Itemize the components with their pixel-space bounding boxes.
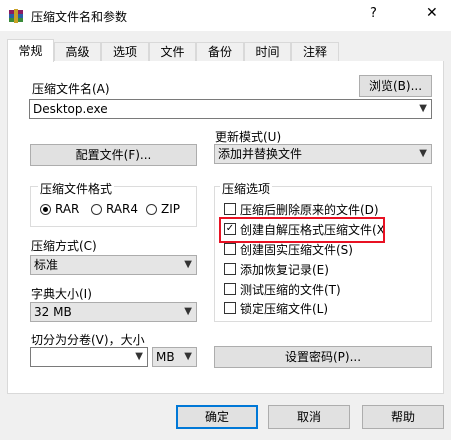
- archive-format-label: 压缩文件格式: [38, 180, 115, 197]
- close-button[interactable]: ✕: [426, 5, 438, 21]
- lock-archive-checkbox[interactable]: [224, 302, 236, 314]
- solid-archive-checkbox[interactable]: [224, 243, 236, 255]
- tab-time[interactable]: 时间: [244, 42, 291, 61]
- winrar-app-icon: [9, 9, 23, 23]
- tab-files[interactable]: 文件: [149, 42, 196, 61]
- chevron-down-icon: ▼: [184, 351, 192, 362]
- highlight-box: [219, 217, 385, 243]
- format-rar-label: RAR: [55, 202, 80, 216]
- dictionary-size-label: 字典大小(I): [31, 287, 92, 301]
- ok-button[interactable]: 确定: [176, 405, 258, 429]
- cancel-button[interactable]: 取消: [268, 405, 350, 429]
- format-rar4-label: RAR4: [106, 202, 139, 216]
- compression-method-select[interactable]: 标准 ▼: [30, 255, 197, 275]
- archive-name-label: 压缩文件名(A): [32, 82, 110, 96]
- compression-method-label: 压缩方式(C): [31, 239, 97, 253]
- help-title-button[interactable]: ?: [370, 6, 377, 21]
- tab-comment[interactable]: 注释: [291, 42, 339, 61]
- update-mode-select[interactable]: 添加并替换文件 ▼: [214, 144, 432, 164]
- format-zip-radio[interactable]: [146, 204, 157, 215]
- window-title: 压缩文件名和参数: [31, 10, 128, 24]
- format-zip-label: ZIP: [161, 202, 180, 216]
- update-mode-value: 添加并替换文件: [218, 147, 303, 161]
- set-password-button[interactable]: 设置密码(P)...: [214, 346, 432, 368]
- dictionary-size-select[interactable]: 32 MB ▼: [30, 302, 197, 322]
- chevron-down-icon[interactable]: ▼: [135, 348, 143, 366]
- split-unit-value: MB: [156, 350, 175, 364]
- archive-name-input[interactable]: Desktop.exe ▼: [29, 99, 432, 119]
- format-rar4-radio[interactable]: [91, 204, 102, 215]
- recovery-record-label: 添加恢复记录(E): [240, 263, 329, 277]
- lock-archive-label: 锁定压缩文件(L): [240, 302, 329, 316]
- archive-name-value: Desktop.exe: [33, 102, 108, 116]
- test-files-checkbox[interactable]: [224, 283, 236, 295]
- test-files-label: 测试压缩的文件(T): [240, 283, 341, 297]
- delete-after-label: 压缩后删除原来的文件(D): [240, 203, 379, 217]
- chevron-down-icon[interactable]: ▼: [419, 100, 427, 118]
- dictionary-size-value: 32 MB: [34, 305, 72, 319]
- split-unit-select[interactable]: MB ▼: [152, 347, 197, 367]
- tab-advanced[interactable]: 高级: [54, 42, 101, 61]
- config-profiles-button[interactable]: 配置文件(F)...: [30, 144, 197, 166]
- delete-after-checkbox[interactable]: [224, 203, 236, 215]
- tab-backup[interactable]: 备份: [196, 42, 244, 61]
- split-size-input[interactable]: ▼: [30, 347, 148, 367]
- update-mode-label: 更新模式(U): [215, 130, 282, 144]
- chevron-down-icon: ▼: [184, 259, 192, 270]
- browse-button[interactable]: 浏览(B)...: [359, 75, 432, 97]
- tab-general[interactable]: 常规: [7, 39, 54, 62]
- format-rar-radio[interactable]: [40, 204, 51, 215]
- chevron-down-icon: ▼: [184, 306, 192, 317]
- help-button[interactable]: 帮助: [362, 405, 444, 429]
- compression-method-value: 标准: [34, 258, 59, 272]
- split-volumes-label: 切分为分卷(V)，大小: [31, 333, 145, 347]
- tab-options[interactable]: 选项: [101, 42, 149, 61]
- compression-options-label: 压缩选项: [220, 180, 273, 197]
- recovery-record-checkbox[interactable]: [224, 263, 236, 275]
- solid-archive-label: 创建固实压缩文件(S): [240, 243, 353, 257]
- chevron-down-icon: ▼: [419, 148, 427, 159]
